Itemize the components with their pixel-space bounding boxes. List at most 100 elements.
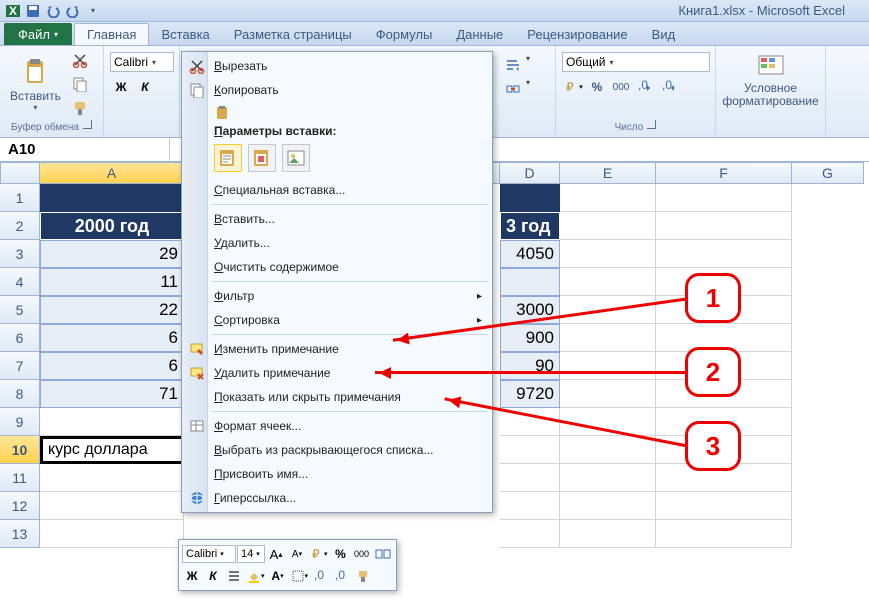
ctx-cut[interactable]: Вырезать: [184, 54, 490, 78]
cell-e4[interactable]: [560, 268, 656, 296]
col-header-d[interactable]: D: [500, 162, 560, 184]
tab-home[interactable]: Главная: [74, 23, 149, 45]
mini-increase-decimal-icon[interactable]: ,0: [311, 566, 331, 586]
row-header-5[interactable]: 5: [0, 296, 40, 324]
increase-decimal-icon[interactable]: ,0: [634, 76, 656, 98]
cell-a5[interactable]: 22: [40, 296, 184, 324]
cell-d10[interactable]: [500, 436, 560, 464]
ctx-sort[interactable]: Сортировка: [184, 308, 490, 332]
mini-size-select[interactable]: 14: [237, 545, 265, 563]
cell-f2[interactable]: [656, 212, 792, 240]
cell-d12[interactable]: [500, 492, 560, 520]
ctx-clear[interactable]: Очистить содержимое: [184, 255, 490, 279]
ctx-filter[interactable]: Фильтр: [184, 284, 490, 308]
comma-icon[interactable]: 000: [610, 76, 632, 98]
cell-a3[interactable]: 29: [40, 240, 184, 268]
cell-e13[interactable]: [560, 520, 656, 548]
cell-e11[interactable]: [560, 464, 656, 492]
mini-shrink-font-icon[interactable]: A▾: [287, 544, 307, 564]
number-format-select[interactable]: Общий: [562, 52, 710, 72]
qat-dropdown-icon[interactable]: ▾: [84, 2, 102, 20]
row-header-1[interactable]: 1: [0, 184, 40, 212]
paste-button[interactable]: Вставить ▾: [6, 55, 65, 114]
cell-d1[interactable]: [500, 184, 560, 212]
cell-a10[interactable]: курс доллара: [40, 436, 184, 464]
mini-align-icon[interactable]: [224, 566, 244, 586]
cell-a1[interactable]: [40, 184, 184, 212]
row-header-3[interactable]: 3: [0, 240, 40, 268]
ctx-hyperlink[interactable]: Гиперссылка...: [184, 486, 490, 510]
paste-option-picture[interactable]: [282, 144, 310, 172]
tab-formulas[interactable]: Формулы: [364, 23, 445, 45]
cell-a7[interactable]: 6: [40, 352, 184, 380]
wrap-text-icon[interactable]: [502, 54, 524, 76]
cell-f3[interactable]: [656, 240, 792, 268]
mini-grow-font-icon[interactable]: A▴: [266, 544, 286, 564]
cell-a11[interactable]: [40, 464, 184, 492]
ctx-define-name[interactable]: Присвоить имя...: [184, 462, 490, 486]
undo-icon[interactable]: [44, 2, 62, 20]
cell-e7[interactable]: [560, 352, 656, 380]
percent-icon[interactable]: %: [586, 76, 608, 98]
tab-view[interactable]: Вид: [640, 23, 688, 45]
cell-e10[interactable]: [560, 436, 656, 464]
cell-a9[interactable]: [40, 408, 184, 436]
mini-font-color-icon[interactable]: A▾: [268, 566, 288, 586]
ctx-delete[interactable]: Удалить...: [184, 231, 490, 255]
ctx-edit-comment[interactable]: Изменить примечание: [184, 337, 490, 361]
excel-icon[interactable]: X: [4, 2, 22, 20]
cell-d8[interactable]: 9720: [500, 380, 560, 408]
row-header-13[interactable]: 13: [0, 520, 40, 548]
col-header-g[interactable]: G: [792, 162, 864, 184]
cell-f13[interactable]: [656, 520, 792, 548]
cell-e6[interactable]: [560, 324, 656, 352]
cell-e2[interactable]: [560, 212, 656, 240]
cell-a12[interactable]: [40, 492, 184, 520]
paste-option-all[interactable]: [214, 144, 242, 172]
mini-bold-button[interactable]: Ж: [182, 566, 202, 586]
mini-decrease-decimal-icon[interactable]: ,0: [332, 566, 352, 586]
cell-e3[interactable]: [560, 240, 656, 268]
tab-review[interactable]: Рецензирование: [515, 23, 639, 45]
col-header-a[interactable]: A: [40, 162, 184, 184]
bold-button[interactable]: Ж: [110, 76, 132, 98]
conditional-formatting-button[interactable]: Условное форматирование: [722, 48, 819, 110]
mini-borders-icon[interactable]: ▾: [289, 566, 311, 586]
font-name-select[interactable]: Calibri: [110, 52, 174, 72]
cell-e1[interactable]: [560, 184, 656, 212]
italic-button[interactable]: К: [134, 76, 156, 98]
select-all-corner[interactable]: [0, 162, 40, 184]
decrease-decimal-icon[interactable]: ,0: [658, 76, 680, 98]
tab-file[interactable]: Файл: [4, 23, 72, 45]
cell-d6[interactable]: 900: [500, 324, 560, 352]
col-header-f[interactable]: F: [656, 162, 792, 184]
row-header-2[interactable]: 2: [0, 212, 40, 240]
row-header-6[interactable]: 6: [0, 324, 40, 352]
row-header-7[interactable]: 7: [0, 352, 40, 380]
cell-e8[interactable]: [560, 380, 656, 408]
row-header-9[interactable]: 9: [0, 408, 40, 436]
mini-merge-icon[interactable]: [373, 544, 393, 564]
copy-icon[interactable]: [69, 73, 91, 95]
mini-font-select[interactable]: Calibri: [182, 545, 236, 563]
ctx-copy[interactable]: Копировать: [184, 78, 490, 102]
cell-f12[interactable]: [656, 492, 792, 520]
mini-currency-icon[interactable]: ₽▾: [308, 544, 330, 564]
cell-d3[interactable]: 4050: [500, 240, 560, 268]
ctx-pick-from-list[interactable]: Выбрать из раскрывающегося списка...: [184, 438, 490, 462]
cell-a4[interactable]: 11: [40, 268, 184, 296]
row-header-4[interactable]: 4: [0, 268, 40, 296]
cell-a8[interactable]: 71: [40, 380, 184, 408]
tab-layout[interactable]: Разметка страницы: [222, 23, 364, 45]
cell-d11[interactable]: [500, 464, 560, 492]
currency-icon[interactable]: ₽▾: [562, 76, 584, 98]
tab-data[interactable]: Данные: [444, 23, 515, 45]
cut-icon[interactable]: [69, 49, 91, 71]
row-header-10[interactable]: 10: [0, 436, 40, 464]
cell-d4[interactable]: [500, 268, 560, 296]
row-header-12[interactable]: 12: [0, 492, 40, 520]
mini-italic-button[interactable]: К: [203, 566, 223, 586]
cell-d13[interactable]: [500, 520, 560, 548]
save-icon[interactable]: [24, 2, 42, 20]
cell-a6[interactable]: 6: [40, 324, 184, 352]
